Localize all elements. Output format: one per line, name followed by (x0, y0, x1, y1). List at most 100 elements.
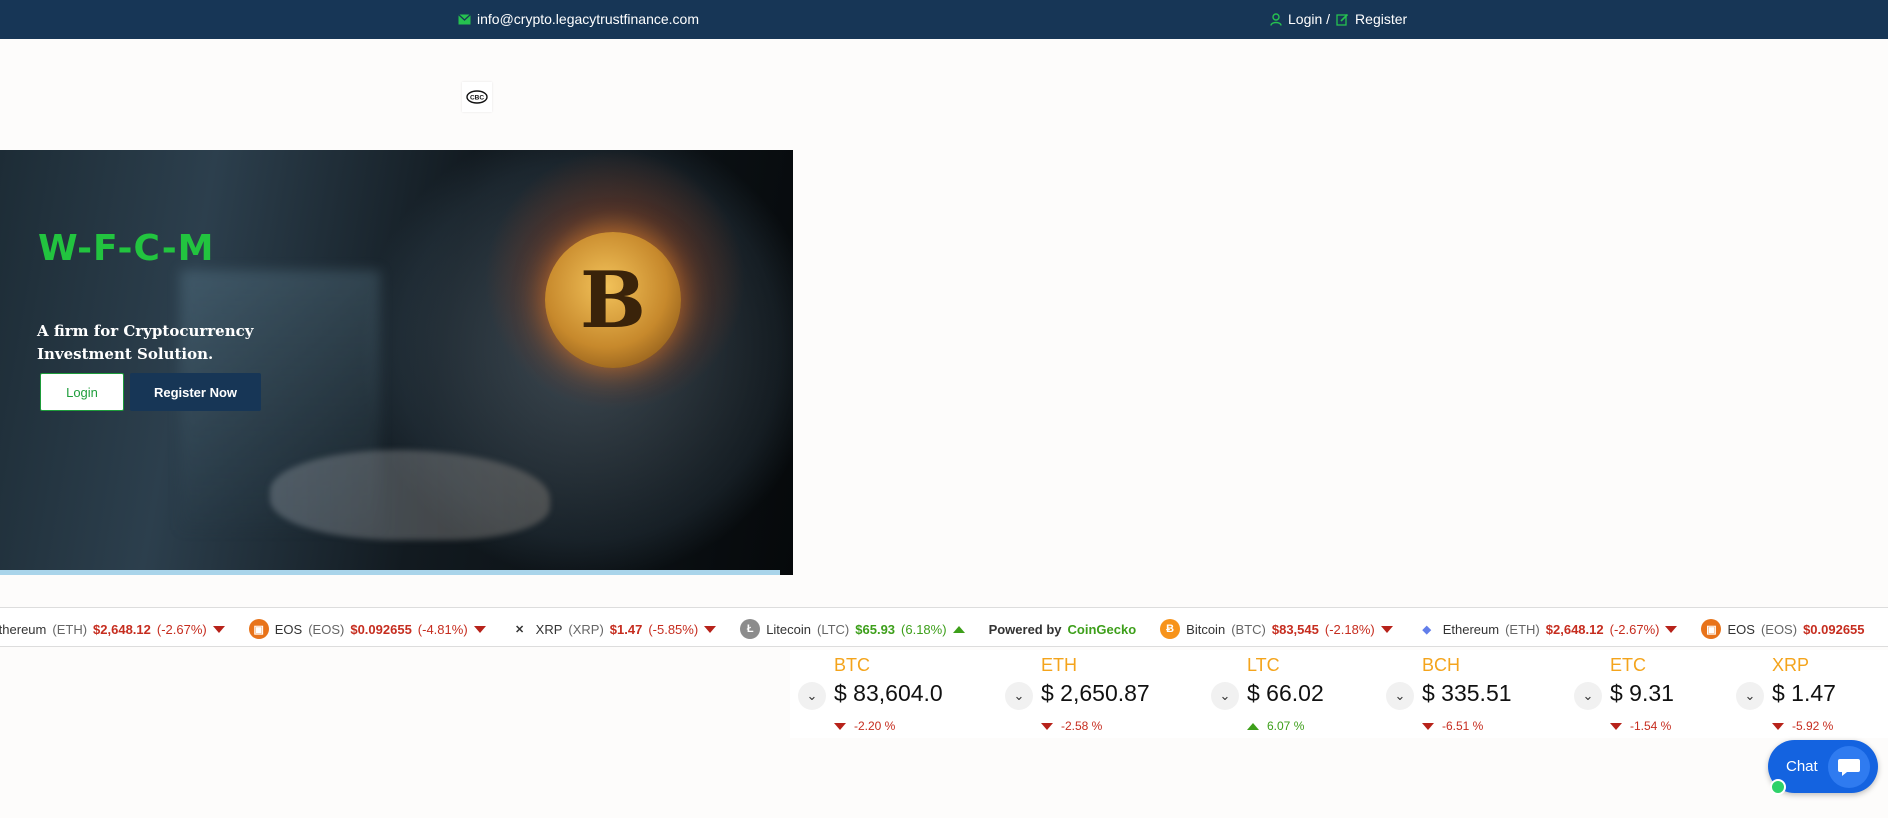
ticker-price: $1.47 (609, 621, 643, 637)
price-symbol: ETC (1610, 655, 1646, 675)
arrow-down-icon (1772, 722, 1784, 730)
price-symbol: ETH (1041, 655, 1077, 675)
arrow-down-icon (1665, 625, 1678, 633)
coingecko-attribution[interactable]: Powered by CoinGecko (989, 622, 1137, 637)
expand-chevron-button[interactable]: ⌄ (1211, 682, 1239, 710)
price-change-text: -6.51 % (1442, 719, 1484, 733)
xrp-icon: ✕ (515, 623, 525, 636)
price-change: -1.54 % (1610, 719, 1671, 733)
ticker-coin-name: Bitcoin (1186, 621, 1226, 637)
coingecko-link[interactable]: CoinGecko (1068, 622, 1137, 637)
ticker-coin-name: EOS (274, 621, 303, 637)
ticker-change: (-5.85%) (648, 621, 699, 637)
expand-chevron-button[interactable]: ⌄ (1005, 682, 1033, 710)
ticker-coin-symbol: (EOS) (1760, 621, 1798, 637)
login-link[interactable]: Login / (1288, 11, 1330, 27)
ticker-price: $2,648.12 (1545, 621, 1604, 637)
price-symbol: LTC (1247, 655, 1280, 675)
hero-banner: B W-F-C-M A firm for Cryptocurrency Inve… (0, 150, 793, 575)
ticker-change: (-2.67%) (156, 621, 207, 637)
ticker-coin-name: Litecoin (766, 621, 811, 637)
site-logo[interactable]: CBC (462, 82, 492, 112)
ticker-price: $0.092655 (350, 621, 412, 637)
crypto-ticker: Ethereum (ETH) $2,648.12 (-2.67%) ▣ EOS (EOS) $… (0, 607, 1888, 647)
price-change: -2.58 % (1041, 719, 1102, 733)
expand-chevron-button[interactable]: ⌄ (1736, 682, 1764, 710)
chat-widget-button[interactable]: Chat (1768, 740, 1878, 795)
arrow-down-icon (1422, 722, 1434, 730)
price-value: $ 2,650.87 (1041, 680, 1150, 706)
price-change-text: -1.54 % (1630, 719, 1672, 733)
ticker-item[interactable]: ✕ XRP (XRP) $1.47 (-5.85%) (510, 619, 717, 639)
expand-chevron-button[interactable]: ⌄ (1386, 682, 1414, 710)
logo-mark: CBC (466, 90, 488, 104)
expand-chevron-button[interactable]: ⌄ (1574, 682, 1602, 710)
svg-text:CBC: CBC (470, 95, 484, 102)
envelope-icon (458, 13, 471, 24)
arrow-down-icon (704, 625, 717, 633)
powered-by-label: Powered by (988, 621, 1062, 637)
price-change-text: -2.58 % (1061, 719, 1103, 733)
bitcoin-icon: Ƀ (1160, 619, 1181, 639)
ticker-change: (-2.67%) (1609, 621, 1660, 637)
price-change-text: -2.20 % (854, 719, 896, 733)
arrow-down-icon (1041, 722, 1053, 730)
ticker-coin-symbol: (XRP) (568, 621, 604, 637)
ticker-coin-symbol: (BTC) (1231, 621, 1266, 637)
auth-links: Login / Register (1270, 11, 1407, 27)
price-value: $ 9.31 (1610, 680, 1674, 706)
ticker-coin-name: XRP (535, 621, 563, 637)
ticker-change: (-4.81%) (417, 621, 468, 637)
ticker-coin-symbol: (EOS) (308, 621, 345, 637)
arrow-down-icon (212, 625, 225, 633)
hero-login-button[interactable]: Login (40, 373, 124, 411)
user-icon (1270, 12, 1282, 26)
price-widget: ⌄ BTC $ 83,604.0 -2.20 % ⌄ ETH $ 2,650.87 -2.58… (790, 650, 1888, 738)
arrow-up-icon (1247, 722, 1259, 730)
register-link[interactable]: Register (1355, 11, 1407, 27)
ticker-coin-symbol: (ETH) (52, 621, 88, 637)
ticker-price: $0.092655 (1803, 621, 1865, 637)
price-symbol: BTC (834, 655, 870, 675)
hero-register-button[interactable]: Register Now (130, 373, 261, 411)
arrow-down-icon (1610, 722, 1622, 730)
online-status-dot (1770, 779, 1786, 795)
ticker-price: $83,545 (1271, 621, 1319, 637)
price-symbol: BCH (1422, 655, 1461, 675)
ticker-item[interactable]: ◆ Ethereum (ETH) $2,648.12 (-2.67%) (1417, 619, 1678, 639)
price-change-text: 6.07 % (1267, 719, 1305, 733)
eos-icon: ▣ (248, 619, 269, 639)
price-change: -5.92 % (1772, 719, 1833, 733)
ticker-coin-symbol: (LTC) (817, 621, 850, 637)
ticker-item[interactable]: ▣ EOS (EOS) $0.092655 (-4.81%) (248, 619, 486, 639)
price-change: -6.51 % (1422, 719, 1483, 733)
litecoin-icon: Ł (740, 619, 761, 639)
arrow-down-icon (473, 625, 486, 633)
eos-icon: ▣ (1701, 619, 1722, 639)
price-value: $ 83,604.0 (834, 680, 943, 706)
expand-chevron-button[interactable]: ⌄ (798, 682, 826, 710)
contact-email[interactable]: info@crypto.legacytrustfinance.com (458, 11, 699, 27)
price-value: $ 335.51 (1422, 680, 1512, 706)
hero-title: W-F-C-M (38, 228, 215, 269)
bitcoin-coin-image: B (545, 232, 681, 368)
ticker-coin-symbol: (ETH) (1505, 621, 1540, 637)
hero-bottom-line (0, 570, 780, 575)
chat-label: Chat (1786, 758, 1818, 775)
ethereum-icon: ◆ (1422, 623, 1431, 636)
ticker-item[interactable]: ▣ EOS (EOS) $0.092655 (1701, 619, 1865, 639)
chat-bubble-icon (1828, 746, 1870, 788)
top-bar: info@crypto.legacytrustfinance.com Login… (0, 0, 1888, 39)
ticker-coin-name: EOS (1727, 621, 1755, 637)
ticker-item[interactable]: Ł Litecoin (LTC) $65.93 (6.18%) (740, 619, 965, 639)
ticker-item[interactable]: Ethereum (ETH) $2,648.12 (-2.67%) (0, 622, 225, 637)
edit-icon (1336, 13, 1349, 26)
price-value: $ 1.47 (1772, 680, 1836, 706)
contact-email-text: info@crypto.legacytrustfinance.com (477, 11, 699, 27)
ticker-item[interactable]: Ƀ Bitcoin (BTC) $83,545 (-2.18%) (1160, 619, 1393, 639)
ticker-track: Ethereum (ETH) $2,648.12 (-2.67%) ▣ EOS (EOS) $… (0, 619, 1888, 639)
hero-tagline: A firm for Cryptocurrency Investment Sol… (37, 322, 254, 363)
price-change: 6.07 % (1247, 719, 1304, 733)
price-change-text: -5.92 % (1792, 719, 1834, 733)
arrow-up-icon (952, 625, 965, 633)
